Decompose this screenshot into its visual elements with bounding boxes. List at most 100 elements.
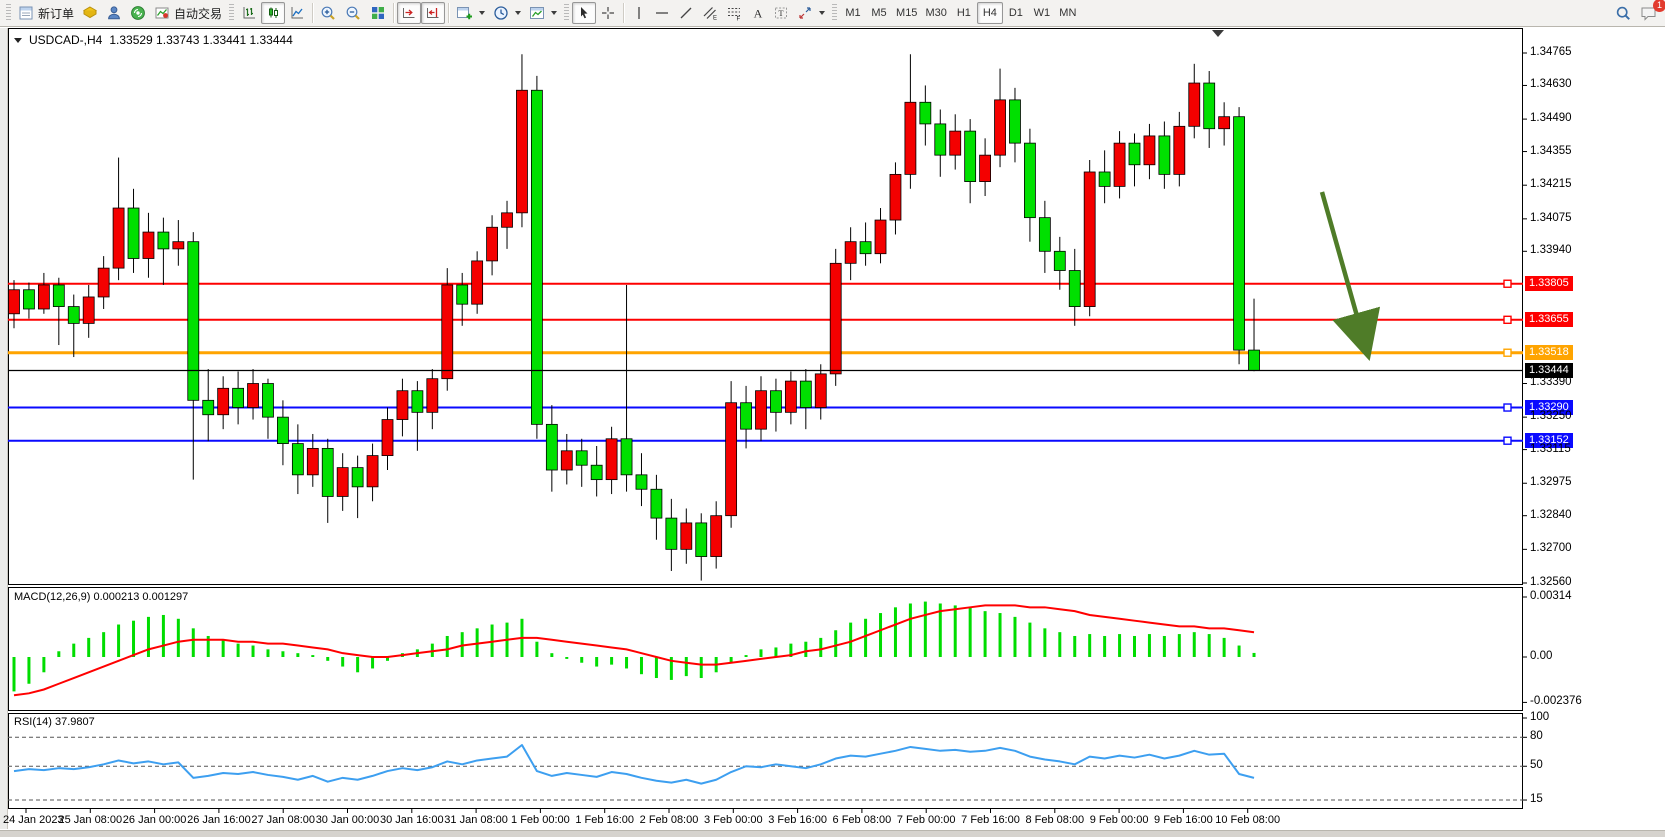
toolbar-grip[interactable] bbox=[832, 4, 837, 22]
auto-scroll-icon bbox=[401, 5, 417, 21]
fibonacci-tool-button[interactable]: F bbox=[722, 2, 746, 24]
chat-button[interactable]: 1 bbox=[1636, 2, 1662, 24]
tile-windows-button[interactable] bbox=[366, 2, 390, 24]
svg-text:E: E bbox=[713, 16, 717, 22]
text-label-tool-button[interactable]: T bbox=[769, 2, 793, 24]
macd-axis-label: 0.00314 bbox=[1530, 590, 1572, 602]
rsi-axis-label: 80 bbox=[1530, 730, 1543, 742]
toolbar-grip[interactable] bbox=[6, 4, 11, 22]
chat-notification-badge: 1 bbox=[1653, 0, 1665, 12]
price-chart-pane[interactable] bbox=[8, 28, 1523, 585]
dropdown-caret bbox=[479, 11, 485, 15]
time-tick-label: 30 Jan 00:00 bbox=[316, 814, 380, 826]
equidistant-channel-tool-button[interactable]: E bbox=[698, 2, 722, 24]
zoom-out-button[interactable] bbox=[341, 2, 366, 24]
periods-button[interactable] bbox=[489, 2, 525, 24]
vertical-line-tool-button[interactable] bbox=[627, 2, 650, 24]
price-line-badge: 1.33518 bbox=[1525, 345, 1573, 360]
current-price-badge: 1.33444 bbox=[1525, 363, 1573, 378]
cursor-tool-button[interactable] bbox=[572, 2, 596, 24]
crosshair-tool-button[interactable] bbox=[596, 2, 620, 24]
toolbar-grip[interactable] bbox=[564, 4, 569, 22]
text-tool-button[interactable]: A bbox=[746, 2, 769, 24]
templates-button[interactable] bbox=[525, 2, 561, 24]
price-line-badge: 1.33805 bbox=[1525, 276, 1573, 291]
price-tick-label: 1.34075 bbox=[1530, 212, 1572, 224]
toolbar-separator bbox=[448, 3, 449, 23]
fibonacci-icon: F bbox=[726, 5, 742, 21]
signals-button[interactable] bbox=[126, 2, 150, 24]
dropdown-caret bbox=[819, 11, 825, 15]
market-watch-button[interactable] bbox=[78, 2, 102, 24]
tf-button-H1[interactable]: H1 bbox=[951, 2, 977, 24]
toolbar: 新订单 自动交易 bbox=[0, 0, 1665, 27]
crosshair-icon bbox=[600, 5, 616, 21]
time-tick-label: 24 Jan 2023 bbox=[3, 814, 64, 826]
time-tick-label: 9 Feb 16:00 bbox=[1154, 814, 1213, 826]
new-chart-icon bbox=[456, 5, 473, 21]
search-button[interactable] bbox=[1611, 2, 1636, 24]
dropdown-caret bbox=[515, 11, 521, 15]
tf-button-MN[interactable]: MN bbox=[1055, 2, 1081, 24]
time-tick-label: 3 Feb 16:00 bbox=[768, 814, 827, 826]
time-tick-label: 7 Feb 16:00 bbox=[961, 814, 1020, 826]
toolbar-separator bbox=[312, 3, 313, 23]
search-icon bbox=[1615, 5, 1632, 22]
horizontal-line-tool-button[interactable] bbox=[650, 2, 674, 24]
tf-button-M1[interactable]: M1 bbox=[840, 2, 866, 24]
price-tick-label: 1.32560 bbox=[1530, 576, 1572, 588]
price-line-badge: 1.33152 bbox=[1525, 433, 1573, 448]
bar-chart-button[interactable] bbox=[237, 2, 261, 24]
time-tick-label: 1 Feb 00:00 bbox=[511, 814, 570, 826]
toolbar-grip[interactable] bbox=[229, 4, 234, 22]
price-tick-label: 1.34490 bbox=[1530, 112, 1572, 124]
new-chart-button[interactable] bbox=[452, 2, 489, 24]
chart-shift-button[interactable] bbox=[421, 2, 445, 24]
price-line-badge: 1.33290 bbox=[1525, 400, 1573, 415]
timeframe-toolbar: M1M5M15M30H1H4D1W1MN bbox=[840, 2, 1081, 24]
new-order-label: 新订单 bbox=[38, 5, 74, 22]
tf-button-M15[interactable]: M15 bbox=[892, 2, 921, 24]
price-tick-label: 1.34630 bbox=[1530, 78, 1572, 90]
toolbar-separator bbox=[393, 3, 394, 23]
autotrading-button[interactable]: 自动交易 bbox=[150, 2, 226, 24]
time-tick-label: 8 Feb 08:00 bbox=[1025, 814, 1084, 826]
macd-indicator-pane[interactable] bbox=[8, 587, 1523, 711]
tf-button-W1[interactable]: W1 bbox=[1029, 2, 1055, 24]
zoom-out-icon bbox=[345, 5, 362, 22]
zoom-in-button[interactable] bbox=[316, 2, 341, 24]
tf-button-D1[interactable]: D1 bbox=[1003, 2, 1029, 24]
market-watch-icon bbox=[82, 5, 98, 21]
time-tick-label: 9 Feb 00:00 bbox=[1090, 814, 1149, 826]
arrows-tool-button[interactable] bbox=[793, 2, 829, 24]
price-line-badge: 1.33655 bbox=[1525, 312, 1573, 327]
macd-axis-label: 0.00 bbox=[1530, 650, 1552, 662]
tf-button-H4[interactable]: H4 bbox=[977, 2, 1003, 24]
tf-button-M5[interactable]: M5 bbox=[866, 2, 892, 24]
tf-button-M30[interactable]: M30 bbox=[921, 2, 950, 24]
time-tick-label: 2 Feb 08:00 bbox=[640, 814, 699, 826]
time-tick-label: 7 Feb 00:00 bbox=[897, 814, 956, 826]
auto-scroll-button[interactable] bbox=[397, 2, 421, 24]
horizontal-line-icon bbox=[654, 5, 670, 21]
new-order-button[interactable]: 新订单 bbox=[14, 2, 78, 24]
svg-text:T: T bbox=[778, 8, 784, 18]
trendline-tool-button[interactable] bbox=[674, 2, 698, 24]
line-chart-button[interactable] bbox=[285, 2, 309, 24]
time-tick-label: 25 Jan 08:00 bbox=[58, 814, 122, 826]
time-tick-label: 26 Jan 16:00 bbox=[187, 814, 251, 826]
navigator-button[interactable] bbox=[102, 2, 126, 24]
price-tick-label: 1.32840 bbox=[1530, 509, 1572, 521]
candlestick-chart-button[interactable] bbox=[261, 2, 285, 24]
arrows-icon bbox=[797, 5, 813, 21]
rsi-indicator-pane[interactable] bbox=[8, 713, 1523, 809]
price-tick-label: 1.34355 bbox=[1530, 145, 1572, 157]
autotrading-icon bbox=[154, 5, 170, 21]
autotrading-label: 自动交易 bbox=[174, 5, 222, 22]
time-tick-label: 27 Jan 08:00 bbox=[251, 814, 315, 826]
text-label-icon: T bbox=[773, 5, 789, 21]
price-tick-label: 1.33115 bbox=[1530, 443, 1571, 455]
time-tick-label: 6 Feb 08:00 bbox=[833, 814, 892, 826]
price-tick-label: 1.34765 bbox=[1530, 46, 1572, 58]
price-tick-label: 1.33250 bbox=[1530, 410, 1572, 422]
